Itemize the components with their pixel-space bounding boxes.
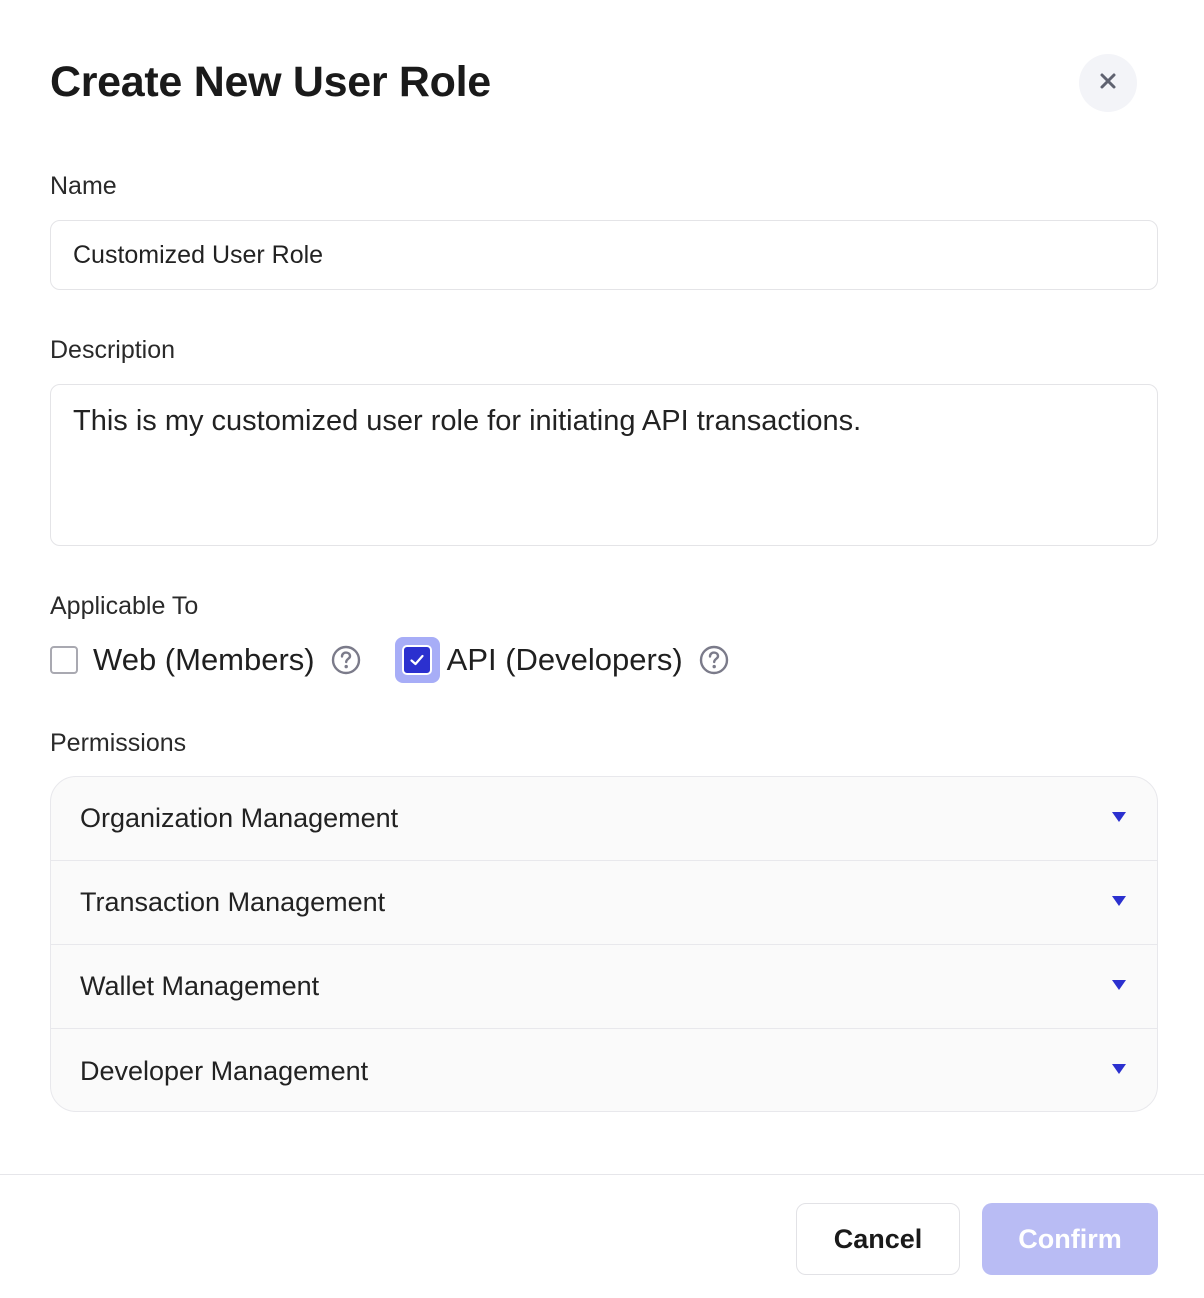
confirm-button[interactable]: Confirm	[982, 1203, 1158, 1275]
description-input[interactable]: This is my customized user role for init…	[50, 384, 1158, 546]
caret-down-icon	[1111, 810, 1127, 828]
dialog-title: Create New User Role	[50, 58, 491, 106]
api-developers-label: API (Developers)	[446, 642, 683, 677]
caret-down-icon	[1111, 1062, 1127, 1080]
permission-label: Developer Management	[80, 1055, 369, 1086]
name-label: Name	[50, 172, 117, 200]
permission-label: Organization Management	[80, 803, 399, 833]
help-circle-icon[interactable]	[331, 645, 361, 675]
permission-label: Wallet Management	[80, 971, 320, 1001]
caret-down-icon	[1111, 894, 1127, 912]
caret-down-icon	[1111, 978, 1127, 996]
name-input[interactable]	[50, 220, 1158, 290]
create-user-role-dialog: Create New User Role Name Description Th…	[0, 0, 1204, 1298]
permission-item-developer-management[interactable]: Developer Management	[51, 1029, 1157, 1111]
close-button[interactable]	[1079, 54, 1137, 112]
applicable-to-label: Applicable To	[50, 592, 199, 620]
applicable-to-group: Web (Members) API (Developers)	[50, 637, 729, 683]
permissions-label: Permissions	[50, 729, 187, 757]
permission-label: Transaction Management	[80, 887, 386, 917]
close-icon	[1098, 71, 1118, 96]
footer-divider	[0, 1174, 1204, 1175]
web-members-checkbox[interactable]	[50, 646, 78, 674]
permissions-list: Organization Management Transaction Mana…	[50, 776, 1158, 1112]
permission-item-transaction-management[interactable]: Transaction Management	[51, 861, 1157, 945]
description-label: Description	[50, 336, 176, 364]
permission-item-wallet-management[interactable]: Wallet Management	[51, 945, 1157, 1029]
permission-item-organization-management[interactable]: Organization Management	[51, 777, 1157, 861]
api-developers-option[interactable]: API (Developers)	[394, 637, 729, 683]
api-developers-checkbox[interactable]	[394, 637, 440, 683]
help-circle-icon[interactable]	[699, 645, 729, 675]
cancel-button[interactable]: Cancel	[796, 1203, 960, 1275]
web-members-option[interactable]: Web (Members)	[50, 642, 361, 678]
checkmark-icon	[402, 645, 433, 675]
web-members-label: Web (Members)	[93, 642, 315, 677]
